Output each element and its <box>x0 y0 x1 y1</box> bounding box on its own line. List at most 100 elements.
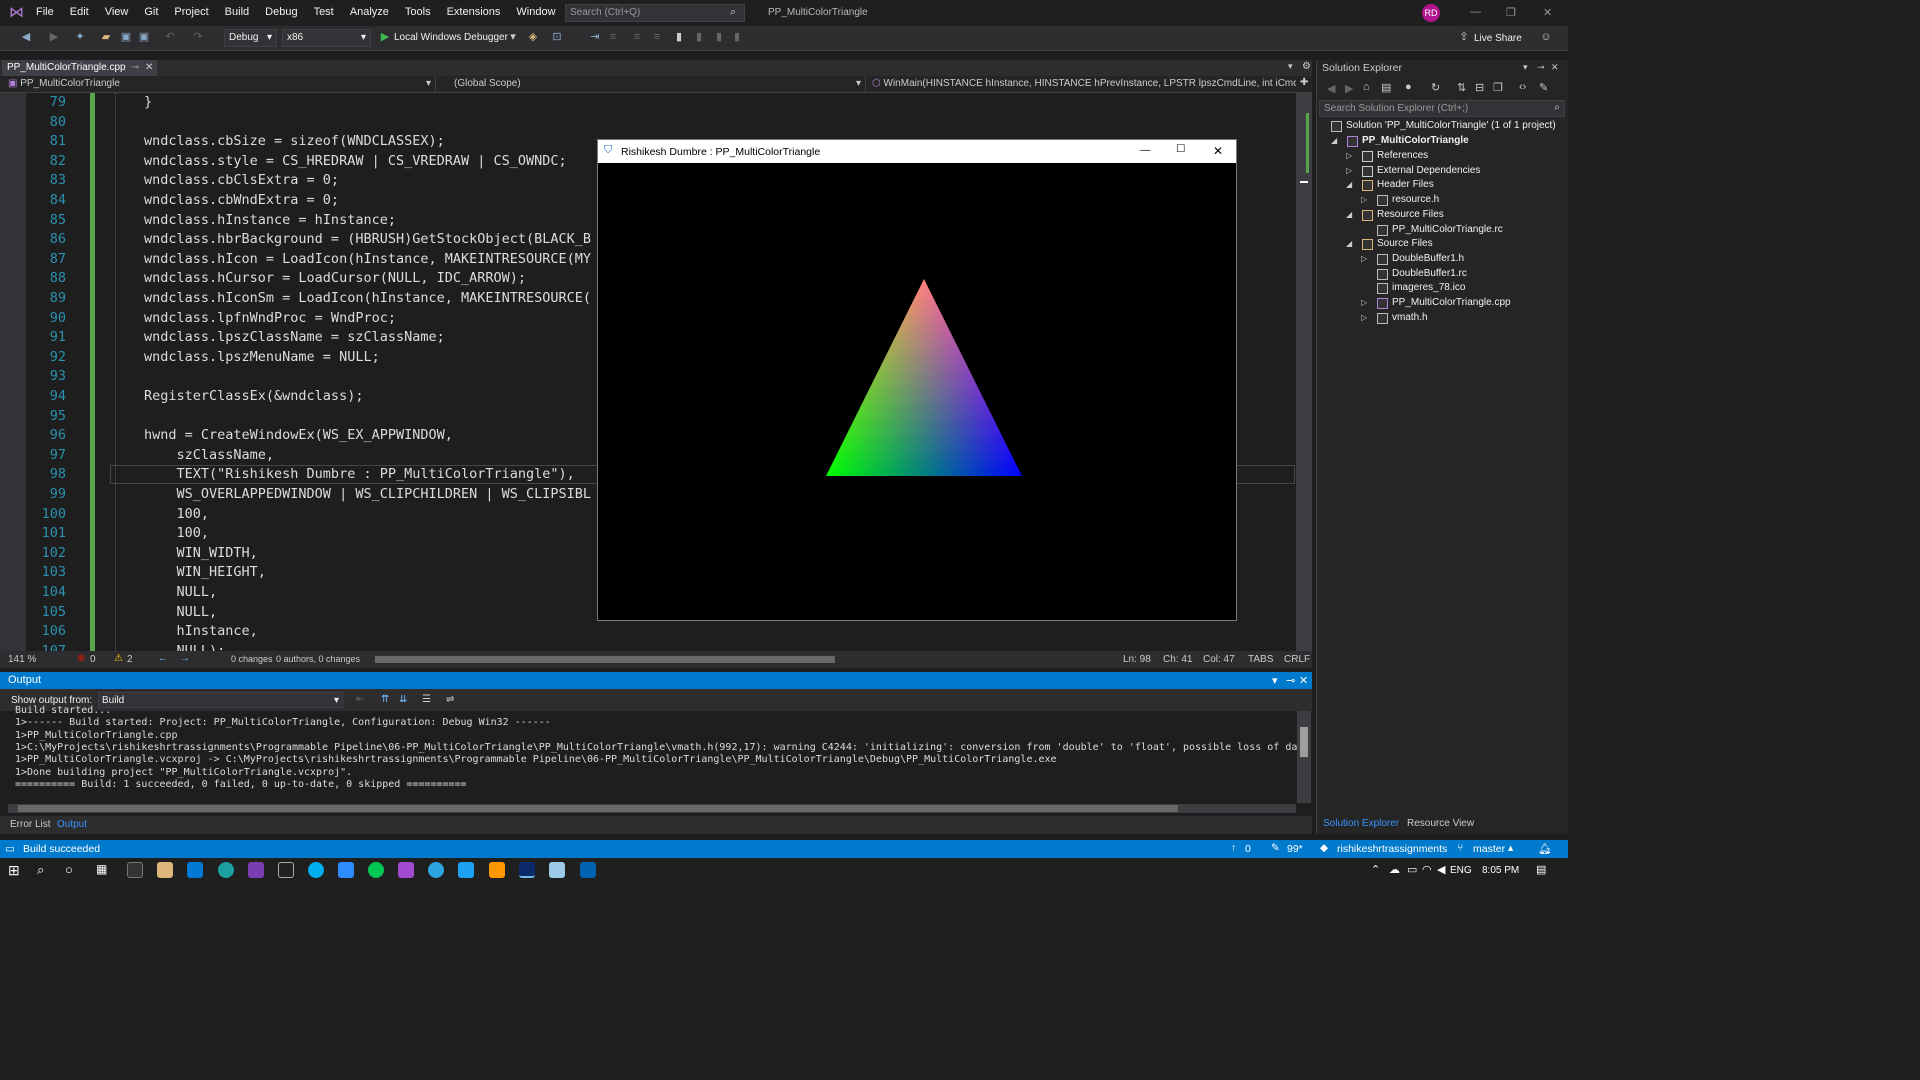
save-icon[interactable]: ▣ <box>120 31 132 43</box>
branch-icon[interactable]: ⑂ <box>1457 842 1463 854</box>
back-icon[interactable]: ◀ <box>20 31 32 43</box>
network-icon[interactable]: ▭ <box>1407 863 1417 876</box>
close-icon[interactable]: ✕ <box>1299 674 1308 687</box>
expanded-icon[interactable]: ◢ <box>1331 136 1339 145</box>
notepad-icon[interactable] <box>549 862 565 878</box>
undo-icon[interactable]: ↶ <box>164 31 176 43</box>
save-all-icon[interactable]: ▣ <box>138 31 150 43</box>
new-project-icon[interactable]: ✦ <box>74 31 86 43</box>
chevron-down-icon[interactable]: ▾ <box>507 31 519 43</box>
wifi-icon[interactable]: ◠ <box>1422 863 1432 876</box>
forward-icon[interactable]: ▶ <box>1345 82 1353 95</box>
code-view-icon[interactable]: ‹› <box>1519 81 1526 93</box>
skype-icon[interactable] <box>308 862 324 878</box>
menu-item-project[interactable]: Project <box>166 6 216 18</box>
chevron-down-icon[interactable]: ▾ <box>1523 62 1528 73</box>
output-text[interactable]: Build started... 1>------ Build started: … <box>0 705 1312 813</box>
output-window-icon[interactable]: ▭ <box>5 843 15 855</box>
tab-output[interactable]: Output <box>57 819 87 830</box>
arrow-up-icon[interactable]: ↑ <box>1231 842 1236 854</box>
windows-start-icon[interactable]: ⊞ <box>8 862 20 879</box>
app-window[interactable]: ⛉ Rishikesh Dumbre : PP_MultiColorTriang… <box>597 139 1237 621</box>
menu-item-window[interactable]: Window <box>508 6 563 18</box>
chevron-down-icon[interactable]: ▾ <box>1272 674 1278 687</box>
menu-item-extensions[interactable]: Extensions <box>439 6 509 18</box>
expanded-icon[interactable]: ◢ <box>1346 210 1354 219</box>
expanded-icon[interactable]: ◢ <box>1346 180 1354 189</box>
scope-dropdown[interactable]: (Global Scope) ▾ <box>440 76 866 92</box>
clock[interactable]: 8:05 PM <box>1482 865 1519 876</box>
repository-name[interactable]: rishikeshrtrassignments <box>1337 843 1447 855</box>
live-share-button[interactable]: Live Share <box>1474 33 1522 44</box>
tab-solution-explorer[interactable]: Solution Explorer <box>1323 818 1399 829</box>
member-dropdown[interactable]: ⬡ WinMain(HINSTANCE hInstance, HINSTANCE… <box>868 76 1296 92</box>
menu-item-test[interactable]: Test <box>306 6 342 18</box>
play-icon[interactable]: ▶ <box>379 31 391 43</box>
minimize-icon[interactable]: — <box>1140 144 1151 156</box>
twitter-icon[interactable] <box>458 862 474 878</box>
onedrive-icon[interactable]: ☁ <box>1389 863 1400 876</box>
search-icon[interactable]: ⌕ <box>37 862 44 878</box>
clear-all-icon[interactable]: ☰ <box>422 694 431 705</box>
mail-icon[interactable] <box>187 862 203 878</box>
step-icon[interactable]: ⇥ <box>589 31 601 43</box>
redo-icon[interactable]: ↷ <box>192 31 204 43</box>
history-icon[interactable]: ↻ <box>1431 81 1440 94</box>
branch-name[interactable]: master <box>1473 843 1505 855</box>
chevron-up-icon[interactable]: ⌃ <box>1371 863 1380 876</box>
vertical-scrollbar[interactable] <box>1296 93 1312 651</box>
terminal-icon[interactable] <box>278 862 294 878</box>
home-icon[interactable]: ⌂ <box>1363 81 1370 93</box>
tab-resource-view[interactable]: Resource View <box>1407 818 1474 829</box>
pending-pushes[interactable]: 0 <box>1245 843 1251 855</box>
uncomment-icon[interactable]: ≡ <box>651 31 663 43</box>
settings-icon[interactable]: ⚙ <box>1302 61 1311 72</box>
menu-item-debug[interactable]: Debug <box>257 6 305 18</box>
pending-changes[interactable]: 99* <box>1287 843 1303 855</box>
switch-views-icon[interactable]: ▤ <box>1381 81 1391 94</box>
cortana-icon[interactable]: ○ <box>65 862 73 877</box>
volume-icon[interactable]: ◀︎ <box>1437 863 1445 876</box>
search-input[interactable]: Search (Ctrl+Q) <box>565 4 745 22</box>
warning-icon[interactable]: ⚠ <box>114 653 123 664</box>
show-all-files-icon[interactable]: ❐ <box>1493 81 1503 94</box>
back-icon[interactable]: ◀ <box>1327 82 1335 95</box>
start-debugger-button[interactable]: Local Windows Debugger <box>394 32 508 43</box>
zoom-level[interactable]: 141 % <box>8 654 36 665</box>
menu-item-tools[interactable]: Tools <box>397 6 439 18</box>
bookmark-prev-icon[interactable]: ▮ <box>693 31 705 43</box>
go-to-next-icon[interactable]: ⇈ <box>381 694 389 705</box>
close-icon[interactable]: ✕ <box>1551 62 1559 73</box>
pin-icon[interactable]: ⊸ <box>131 62 139 73</box>
bookmark-clear-icon[interactable]: ▮ <box>731 31 743 43</box>
app-window-titlebar[interactable]: ⛉ Rishikesh Dumbre : PP_MultiColorTriang… <box>598 140 1236 163</box>
store-icon[interactable] <box>127 862 143 878</box>
expanded-icon[interactable]: ◢ <box>1346 239 1354 248</box>
avatar[interactable]: RD <box>1422 4 1440 22</box>
menu-item-git[interactable]: Git <box>136 6 166 18</box>
attach-icon[interactable]: ◈ <box>527 31 539 43</box>
bookmark-icon[interactable]: ▮ <box>673 31 685 43</box>
bookmark-next-icon[interactable]: ▮ <box>713 31 725 43</box>
collapsed-icon[interactable]: ▷ <box>1346 166 1354 175</box>
comment-icon[interactable]: ≡ <box>631 31 643 43</box>
onenote-icon[interactable] <box>398 862 414 878</box>
open-folder-icon[interactable]: ▰ <box>100 31 112 43</box>
collapse-all-icon[interactable]: ⊟ <box>1475 81 1484 94</box>
go-to-previous-icon[interactable]: ⇤ <box>356 694 364 705</box>
solution-search-input[interactable]: Search Solution Explorer (Ctrl+;) ⌕ <box>1319 100 1565 117</box>
collapsed-icon[interactable]: ▷ <box>1361 254 1369 263</box>
menu-item-edit[interactable]: Edit <box>62 6 97 18</box>
properties-icon[interactable]: ✎ <box>1539 81 1548 94</box>
nav-forward-icon[interactable]: → <box>180 653 190 664</box>
forward-icon[interactable]: ▶ <box>48 31 60 43</box>
tabs-indicator[interactable]: TABS <box>1248 654 1273 665</box>
close-icon[interactable]: ✕ <box>1213 144 1223 158</box>
word-wrap-icon[interactable]: ⇌ <box>446 694 454 705</box>
config-dropdown[interactable]: Debug ▾ <box>224 29 277 47</box>
feedback-icon[interactable]: ☺ <box>1540 31 1552 43</box>
platform-dropdown[interactable]: x86 ▾ <box>282 29 371 47</box>
authors-label[interactable]: 0 authors, 0 changes <box>276 654 360 664</box>
zoom-icon[interactable] <box>338 862 354 878</box>
defender-icon[interactable] <box>580 862 596 878</box>
